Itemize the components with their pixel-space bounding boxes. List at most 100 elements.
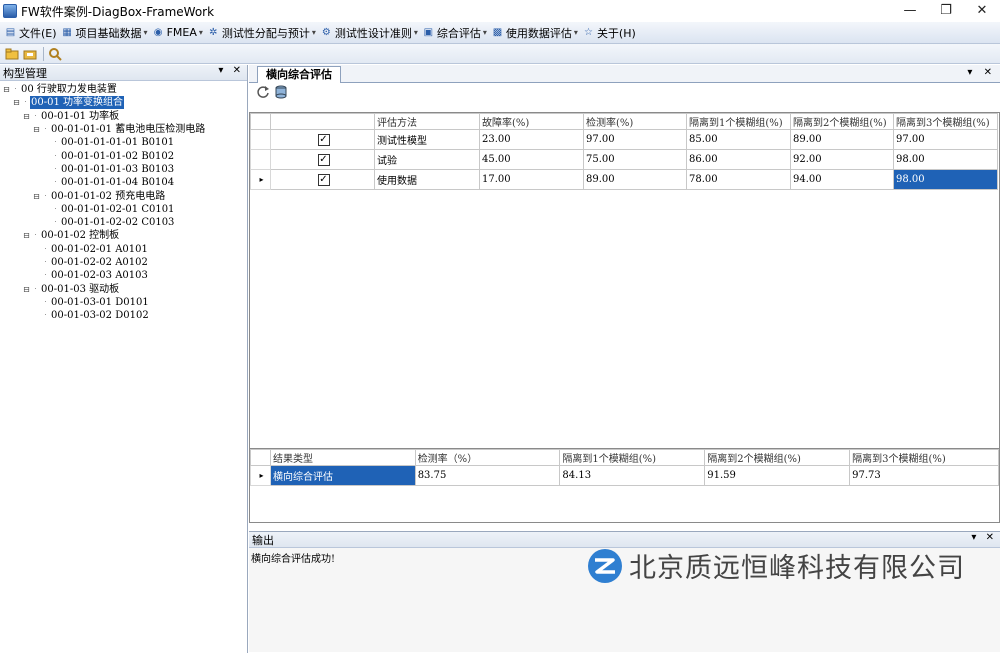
menu-item-3[interactable]: ✲ 测试性分配与预计 ▾: [207, 25, 316, 41]
search-icon[interactable]: [47, 46, 63, 62]
table-cell[interactable]: 85.00: [686, 129, 791, 150]
row-indicator[interactable]: [250, 129, 271, 150]
column-header[interactable]: 隔离到1个模糊组(%): [559, 449, 706, 466]
tree-node[interactable]: · 00-01-01-02-02 C0103: [2, 216, 247, 229]
table-cell[interactable]: 94.00: [790, 169, 894, 190]
table-cell[interactable]: 97.73: [849, 465, 999, 486]
minimize-button[interactable]: —: [892, 0, 928, 22]
tree-node[interactable]: · 00-01-02-03 A0103: [2, 269, 247, 282]
output-pin-close[interactable]: ▾ ✕: [971, 532, 997, 543]
row-checkbox[interactable]: ✓: [317, 153, 330, 166]
column-header[interactable]: 隔离到1个模糊组(%): [686, 113, 791, 130]
column-header[interactable]: 检测率(%): [583, 113, 687, 130]
table-row[interactable]: ✓ 试验 45.00 75.00 86.00 92.00 98.00: [250, 149, 998, 170]
settings-icon: ⚙: [321, 27, 331, 38]
column-header[interactable]: 隔离到3个模糊组(%): [893, 113, 998, 130]
menu-item-1[interactable]: ▦ 项目基础数据 ▾: [61, 25, 147, 41]
tree-node[interactable]: · 00-01-01-02-01 C0101: [2, 203, 247, 216]
menu-label: 综合评估: [436, 26, 481, 40]
save-folder-icon[interactable]: [22, 46, 38, 62]
refresh-icon[interactable]: [255, 84, 271, 100]
table-row[interactable]: ✓ 测试性模型 23.00 97.00 85.00 89.00 97.00: [250, 129, 998, 150]
collapse-icon[interactable]: ⊟: [12, 96, 21, 109]
database-icon[interactable]: [273, 84, 289, 100]
panel-pin-close[interactable]: ▾ ✕: [218, 65, 244, 76]
collapse-icon[interactable]: ⊟: [32, 190, 41, 203]
tree-node[interactable]: ⊟ · 00-01-01-02 预充电电路: [2, 189, 247, 202]
table-cell[interactable]: 17.00: [479, 169, 584, 190]
column-header[interactable]: 隔离到2个模糊组(%): [790, 113, 894, 130]
close-button[interactable]: ✕: [964, 0, 1000, 22]
collapse-icon[interactable]: ⊟: [2, 83, 11, 96]
tree-node[interactable]: ⊟ · 00-01-02 控制板: [2, 229, 247, 242]
table-cell[interactable]: 89.00: [790, 129, 894, 150]
table-cell[interactable]: 测试性模型: [374, 129, 480, 150]
row-indicator[interactable]: [250, 149, 271, 170]
row-checkbox[interactable]: ✓: [317, 133, 330, 146]
tree-node[interactable]: · 00-01-01-01-02 B0102: [2, 149, 247, 162]
column-header[interactable]: 检测率（%）: [414, 449, 561, 466]
collapse-icon[interactable]: ⊟: [22, 110, 31, 123]
table-row[interactable]: ▸ ✓ 使用数据 17.00 89.00 78.00 94.00 98.00: [250, 169, 998, 190]
tab-horizontal-evaluation[interactable]: 横向综合评估: [257, 66, 341, 83]
tree-node[interactable]: · 00-01-02-02 A0102: [2, 256, 247, 269]
tree-node[interactable]: ⊟ · 00-01-01-01 蓄电池电压检测电路: [2, 123, 247, 136]
row-indicator[interactable]: ▸: [250, 169, 271, 190]
table-cell[interactable]: 45.00: [479, 149, 584, 170]
table-row[interactable]: ▸ 横向综合评估 83.75 84.13 91.59 97.73: [250, 465, 999, 486]
row-checkbox[interactable]: ✓: [317, 173, 330, 186]
configuration-panel-header: 构型管理 ▾ ✕: [0, 65, 247, 81]
menu-item-7[interactable]: ☆ 关于(H): [582, 25, 636, 41]
tree-node[interactable]: · 00-01-01-01-04 B0104: [2, 176, 247, 189]
table-cell[interactable]: 83.75: [414, 465, 561, 486]
data-icon: ▩: [492, 27, 503, 38]
tree-node[interactable]: ⊟ · 00-01-01 功率板: [2, 110, 247, 123]
table-cell[interactable]: 97.00: [893, 129, 998, 150]
tree-node[interactable]: ⊟ · 00 行驶取力发电装置: [2, 83, 247, 96]
node-icon: ·: [44, 271, 47, 280]
table-cell[interactable]: 试验: [374, 149, 480, 170]
table-cell[interactable]: 84.13: [559, 465, 706, 486]
tab-controls[interactable]: ▾ ✕: [967, 67, 996, 78]
collapse-icon[interactable]: ⊟: [22, 229, 31, 242]
row-indicator[interactable]: ▸: [250, 465, 271, 486]
table-cell[interactable]: 89.00: [583, 169, 687, 190]
table-cell[interactable]: 97.00: [583, 129, 687, 150]
table-cell[interactable]: 98.00: [893, 169, 998, 190]
menu-item-6[interactable]: ▩ 使用数据评估 ▾: [491, 25, 578, 41]
table-cell[interactable]: 横向综合评估: [269, 465, 416, 486]
tree-node[interactable]: ⊟ · 00-01-03 驱动板: [2, 282, 247, 295]
tree-node[interactable]: · 00-01-01-01-01 B0101: [2, 136, 247, 149]
menu-item-2[interactable]: ◉ FMEA ▾: [152, 26, 203, 39]
table-cell[interactable]: 75.00: [583, 149, 687, 170]
menu-item-0[interactable]: ▤ 文件(E): [4, 25, 57, 41]
node-icon: ·: [54, 151, 57, 160]
table-cell[interactable]: 使用数据: [374, 169, 480, 190]
table-cell[interactable]: 91.59: [704, 465, 851, 486]
tree-node-label: 00-01-03-01 D0101: [51, 296, 149, 308]
open-folder-icon[interactable]: [4, 46, 20, 62]
column-header[interactable]: 隔离到3个模糊组(%): [849, 449, 999, 466]
tree-node[interactable]: · 00-01-02-01 A0101: [2, 243, 247, 256]
row-checkbox-cell: ✓: [270, 129, 375, 150]
menu-label: FMEA: [166, 26, 197, 39]
menu-item-4[interactable]: ⚙ 测试性设计准则 ▾: [320, 25, 418, 41]
collapse-icon[interactable]: ⊟: [32, 123, 41, 136]
tree-node[interactable]: · 00-01-03-02 D0102: [2, 309, 247, 322]
table-cell[interactable]: 92.00: [790, 149, 894, 170]
table-cell[interactable]: 78.00: [686, 169, 791, 190]
column-header[interactable]: 隔离到2个模糊组(%): [704, 449, 851, 466]
tree-node[interactable]: · 00-01-01-01-03 B0103: [2, 163, 247, 176]
column-header[interactable]: 结果类型: [269, 449, 416, 466]
maximize-button[interactable]: ❐: [928, 0, 964, 22]
header-spacer: [270, 113, 375, 130]
table-cell[interactable]: 23.00: [479, 129, 584, 150]
table-cell[interactable]: 86.00: [686, 149, 791, 170]
collapse-icon[interactable]: ⊟: [22, 283, 31, 296]
column-header[interactable]: 故障率(%): [479, 113, 584, 130]
table-cell[interactable]: 98.00: [893, 149, 998, 170]
menu-item-5[interactable]: ▣ 综合评估 ▾: [422, 25, 487, 41]
tree-node[interactable]: ⊟ · 00-01 功率变换组合: [2, 96, 247, 110]
column-header[interactable]: 评估方法: [374, 113, 480, 130]
tree-node[interactable]: · 00-01-03-01 D0101: [2, 296, 247, 309]
